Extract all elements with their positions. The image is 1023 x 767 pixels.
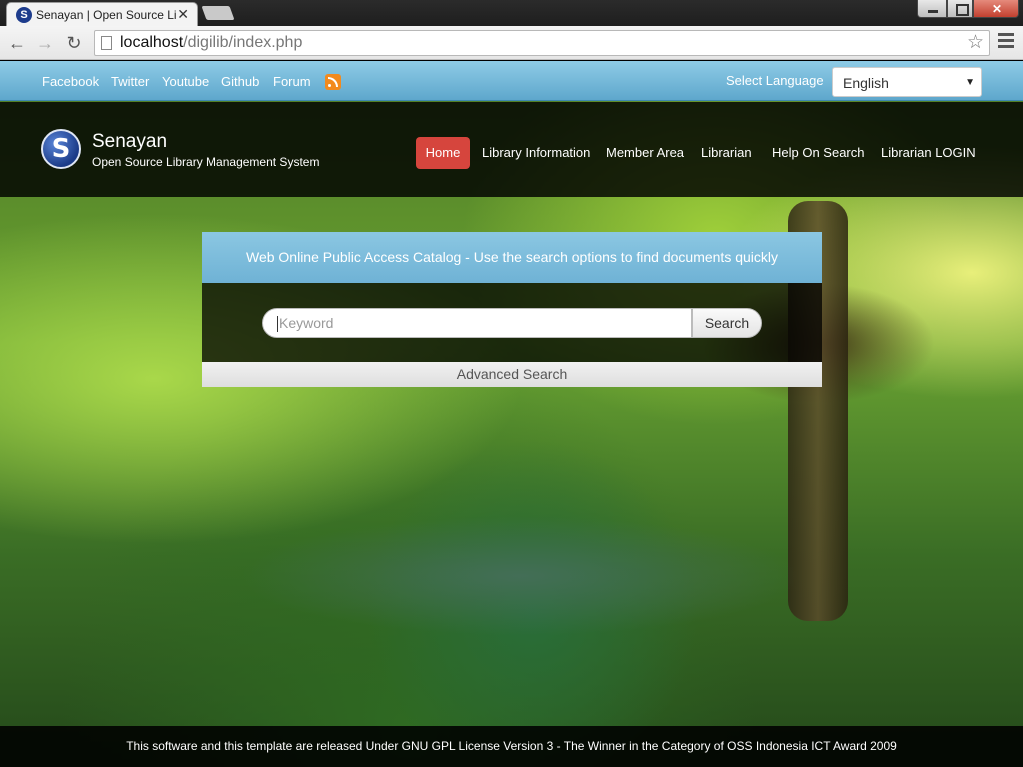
nav-home[interactable]: Home bbox=[416, 137, 470, 169]
window-close-button[interactable] bbox=[973, 0, 1020, 18]
opac-search-panel: Web Online Public Access Catalog - Use t… bbox=[202, 232, 822, 387]
footer-license-text: This software and this template are rele… bbox=[126, 739, 897, 753]
forward-arrow-icon[interactable]: → bbox=[34, 32, 56, 54]
keyword-input[interactable]: Keyword bbox=[262, 308, 692, 338]
search-panel-heading: Web Online Public Access Catalog - Use t… bbox=[245, 249, 778, 265]
search-panel-header: Web Online Public Access Catalog - Use t… bbox=[202, 232, 822, 283]
nav-help-on-search[interactable]: Help On Search bbox=[772, 137, 865, 169]
nav-librarian-login[interactable]: Librarian LOGIN bbox=[881, 137, 976, 169]
rss-icon[interactable] bbox=[325, 74, 341, 90]
nav-library-information[interactable]: Library Information bbox=[482, 137, 590, 169]
url-host: localhost bbox=[120, 34, 184, 51]
window-minimize-button[interactable] bbox=[917, 0, 947, 18]
window-maximize-button[interactable] bbox=[947, 0, 973, 18]
link-github[interactable]: Github bbox=[221, 74, 259, 90]
tab-close-icon[interactable]: ✕ bbox=[177, 6, 189, 22]
browser-toolbar: ← → ↻ localhost/digilib/index.php ☆ bbox=[0, 26, 1023, 60]
browser-titlebar: Senayan | Open Source Lib ✕ bbox=[0, 0, 1023, 26]
background-river bbox=[240, 516, 800, 636]
new-tab-button[interactable] bbox=[201, 6, 235, 20]
browser-menu-icon[interactable] bbox=[998, 33, 1014, 51]
site-footer: This software and this template are rele… bbox=[0, 726, 1023, 767]
brand-name[interactable]: Senayan bbox=[92, 131, 167, 153]
browser-tab[interactable]: Senayan | Open Source Lib ✕ bbox=[6, 2, 198, 26]
nav-librarian[interactable]: Librarian bbox=[701, 137, 752, 169]
link-forum[interactable]: Forum bbox=[273, 74, 311, 90]
link-facebook[interactable]: Facebook bbox=[42, 74, 99, 90]
search-panel-body: Keyword Search bbox=[202, 283, 822, 362]
keyword-placeholder: Keyword bbox=[279, 315, 334, 331]
senayan-logo-icon[interactable] bbox=[41, 129, 81, 169]
advanced-search-link[interactable]: Advanced Search bbox=[202, 362, 822, 387]
page-icon bbox=[101, 36, 112, 50]
tab-title: Senayan | Open Source Lib bbox=[36, 8, 176, 22]
language-value: English bbox=[843, 75, 889, 91]
search-button[interactable]: Search bbox=[692, 308, 762, 338]
brand-subtitle: Open Source Library Management System bbox=[92, 155, 320, 169]
nav-member-area[interactable]: Member Area bbox=[606, 137, 684, 169]
dropdown-caret-icon: ▼ bbox=[965, 77, 975, 88]
page-viewport: Facebook Twitter Youtube Github Forum Se… bbox=[0, 61, 1023, 767]
link-youtube[interactable]: Youtube bbox=[162, 74, 209, 90]
back-arrow-icon[interactable]: ← bbox=[6, 32, 28, 54]
url-path: /digilib/index.php bbox=[183, 34, 303, 51]
link-twitter[interactable]: Twitter bbox=[111, 74, 149, 90]
url-text[interactable]: localhost/digilib/index.php bbox=[120, 34, 302, 52]
address-bar[interactable]: localhost/digilib/index.php ☆ bbox=[94, 30, 990, 56]
language-select[interactable]: English ▼ bbox=[832, 67, 982, 97]
senayan-favicon-icon bbox=[16, 7, 32, 23]
bookmark-star-icon[interactable]: ☆ bbox=[967, 32, 984, 54]
language-label: Select Language bbox=[726, 73, 824, 88]
reload-icon[interactable]: ↻ bbox=[63, 32, 85, 54]
site-header: Senayan Open Source Library Management S… bbox=[0, 102, 1023, 197]
social-topbar: Facebook Twitter Youtube Github Forum Se… bbox=[0, 61, 1023, 101]
